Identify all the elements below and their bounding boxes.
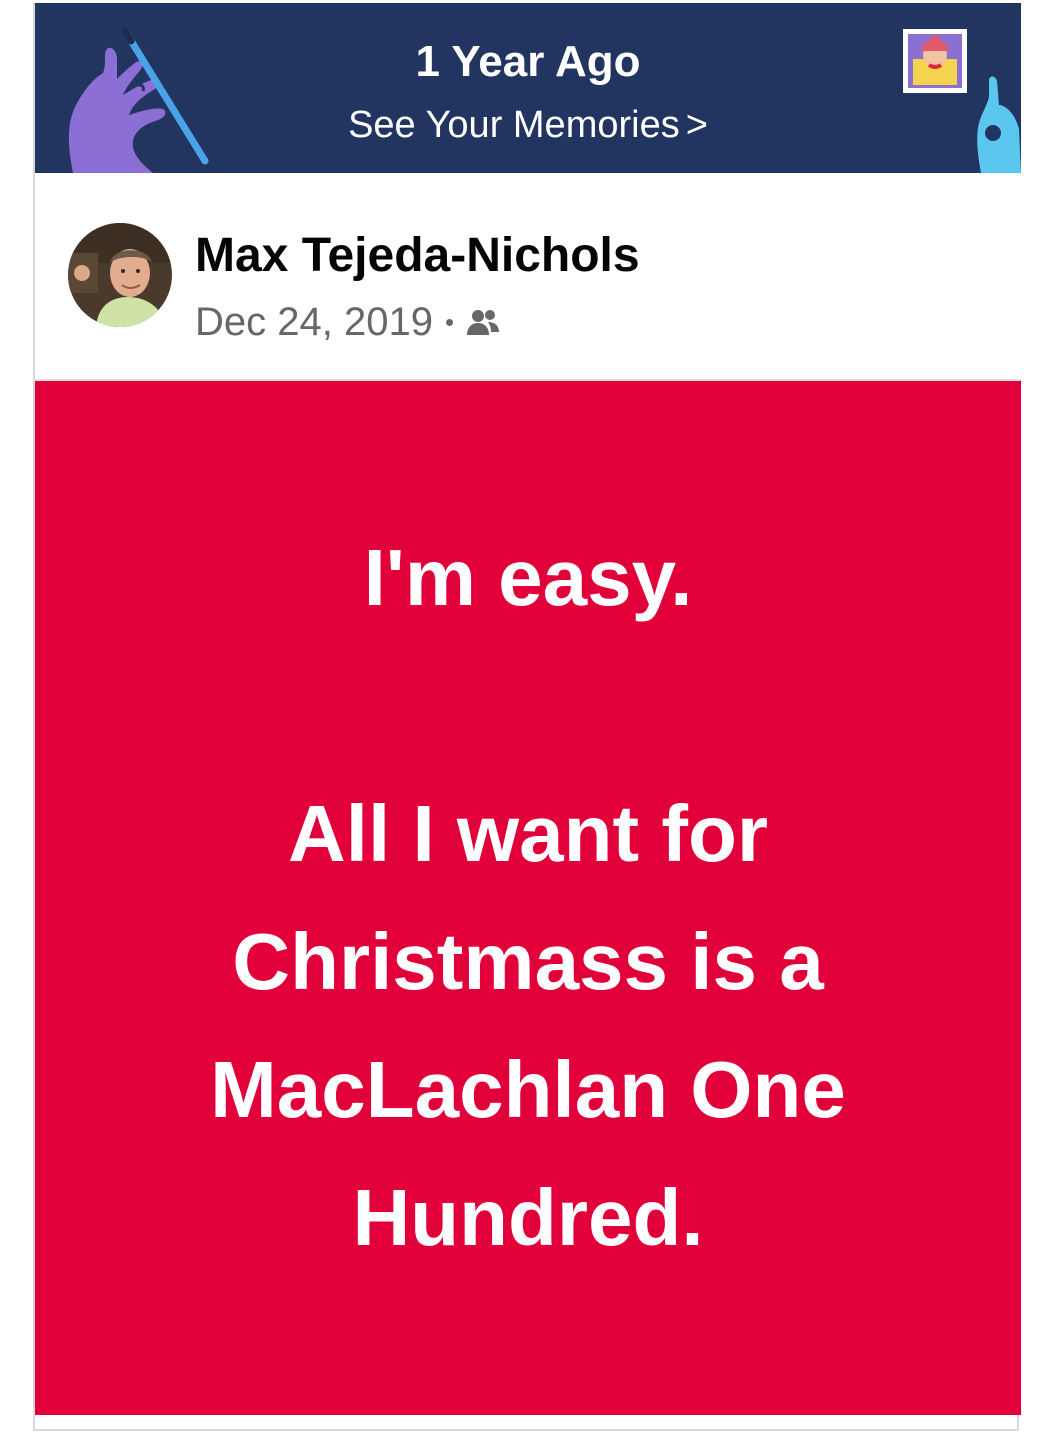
hand-holding-photo-icon — [903, 29, 1021, 173]
see-memories-link[interactable]: See Your Memories > — [35, 103, 1021, 147]
see-memories-label: See Your Memories — [348, 104, 680, 146]
avatar[interactable] — [68, 223, 172, 327]
post-date[interactable]: Dec 24, 2019 — [195, 299, 433, 345]
memory-card: 1 Year Ago See Your Memories > Max Tejed… — [33, 3, 1021, 1431]
post-body[interactable]: I'm easy. All I want for Christmass is a… — [35, 381, 1021, 1415]
profile-photo — [68, 223, 172, 327]
banner-title: 1 Year Ago — [415, 37, 641, 86]
chevron-right-icon: > — [685, 104, 708, 146]
author-name[interactable]: Max Tejeda-Nichols — [195, 228, 640, 284]
post-meta: Dec 24, 2019 • — [195, 299, 500, 345]
memories-banner[interactable]: 1 Year Ago See Your Memories > — [35, 3, 1021, 173]
meta-separator: • — [444, 307, 455, 337]
post-text: I'm easy. All I want for Christmass is a… — [210, 533, 846, 1262]
friends-icon[interactable] — [466, 307, 500, 337]
post-header: Max Tejeda-Nichols Dec 24, 2019 • — [35, 173, 1021, 381]
